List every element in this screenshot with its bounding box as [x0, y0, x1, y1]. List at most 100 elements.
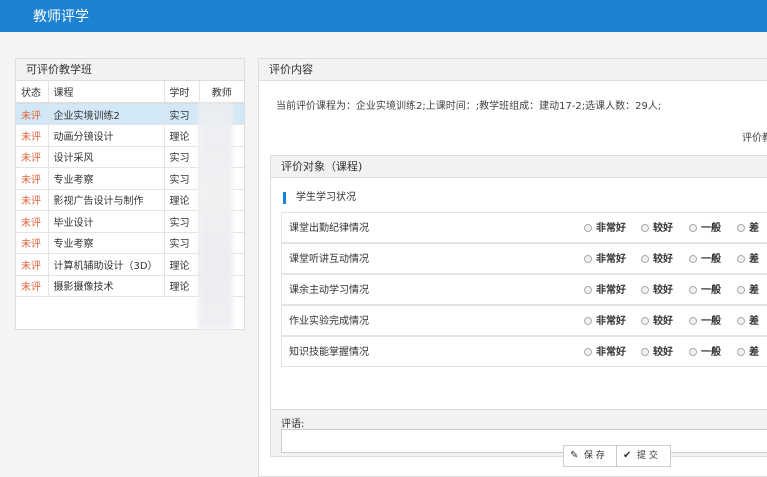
rating-option[interactable]: 差: [737, 286, 759, 296]
criterion-label: 课余主动学习情况: [289, 285, 369, 296]
rating-option-label: 一般: [701, 347, 721, 358]
row-hours: 实习: [164, 167, 200, 190]
radio-button[interactable]: [737, 255, 745, 263]
col-hours[interactable]: 学时: [164, 81, 200, 104]
radio-button[interactable]: [641, 255, 649, 263]
radio-button[interactable]: [737, 348, 745, 356]
page-body: 可评价教学班 状态 课程 学时 教师 未评 企业实境训练2 实习 未评 动画分镜设计 理论…: [0, 32, 767, 477]
row-hours: 理论: [164, 253, 200, 276]
radio-button[interactable]: [737, 224, 745, 232]
evaluation-object: 评价对象（课程) 学生学习状况 课堂出勤纪律情况 非常好 较好 一般差课堂听讲互动情况…: [270, 155, 767, 427]
row-status: 未评: [16, 124, 49, 147]
rating-option[interactable]: 较好: [641, 348, 673, 358]
radio-button[interactable]: [584, 255, 592, 263]
col-teacher[interactable]: 教师: [199, 81, 244, 104]
radio-button[interactable]: [584, 286, 592, 294]
save-button[interactable]: ✎ 保 存: [563, 445, 617, 467]
criterion-label: 作业实验完成情况: [289, 316, 369, 327]
row-hours: 实习: [164, 103, 200, 125]
rating-option-label: 非常好: [596, 223, 626, 234]
radio-button[interactable]: [641, 317, 649, 325]
rating-option[interactable]: 一般: [689, 224, 721, 234]
radio-button[interactable]: [584, 317, 592, 325]
teacher-column-blur: [198, 102, 233, 330]
radio-button[interactable]: [737, 317, 745, 325]
save-icon: ✎: [570, 450, 579, 461]
rating-option-label: 一般: [701, 254, 721, 265]
class-list-title: 可评价教学班: [16, 59, 244, 81]
row-course: 动画分镜设计: [48, 124, 165, 147]
table-header-row: 状态 课程 学时 教师: [16, 81, 244, 104]
rating-option-label: 非常好: [596, 254, 626, 265]
row-status: 未评: [16, 189, 49, 211]
row-course: 影视广告设计与制作: [48, 189, 165, 211]
rating-option[interactable]: 非常好: [584, 317, 626, 327]
criterion-label: 知识技能掌握情况: [289, 347, 369, 358]
rating-option[interactable]: 一般: [689, 286, 721, 296]
rating-option[interactable]: 较好: [641, 224, 673, 234]
radio-button[interactable]: [641, 348, 649, 356]
rating-option[interactable]: 较好: [641, 317, 673, 327]
submit-label: 提 交: [637, 451, 658, 461]
course-info: 当前评价课程为：企业实境训练2;上课时间：;教学班组成：建动17-2;选课人数：…: [276, 101, 662, 112]
radio-button[interactable]: [737, 286, 745, 294]
rating-option[interactable]: 一般: [689, 348, 721, 358]
rating-option-label: 一般: [701, 285, 721, 296]
rating-option-label: 非常好: [596, 285, 626, 296]
row-hours: 理论: [164, 275, 200, 297]
row-course: 企业实境训练2: [48, 103, 165, 125]
criterion-row: 课余主动学习情况 非常好 较好 一般 差: [281, 274, 767, 305]
evaluation-object-title: 评价对象（课程): [271, 156, 767, 178]
row-course: 摄影摄像技术: [48, 275, 165, 297]
rating-option-label: 差: [749, 223, 759, 234]
row-status: 未评: [16, 253, 49, 276]
radio-button[interactable]: [689, 348, 697, 356]
rating-option-label: 一般: [701, 223, 721, 234]
rating-option-label: 较好: [653, 285, 673, 296]
criterion-label: 课堂听讲互动情况: [289, 254, 369, 265]
info-right-text: 评价教: [742, 133, 767, 144]
radio-button[interactable]: [584, 348, 592, 356]
rating-option-label: 差: [749, 347, 759, 358]
row-status: 未评: [16, 167, 49, 190]
rating-option-label: 差: [749, 254, 759, 265]
criterion-label: 课堂出勤纪律情况: [289, 223, 369, 234]
col-course[interactable]: 课程: [48, 81, 165, 104]
rating-option-label: 较好: [653, 316, 673, 327]
rating-option[interactable]: 差: [737, 224, 759, 234]
remark-input[interactable]: [281, 429, 767, 453]
rating-option[interactable]: 差: [737, 317, 759, 327]
rating-option[interactable]: 非常好: [584, 224, 626, 234]
evaluation-title: 评价内容: [259, 59, 767, 81]
row-status: 未评: [16, 103, 49, 125]
rating-option[interactable]: 差: [737, 348, 759, 358]
rating-option[interactable]: 一般: [689, 317, 721, 327]
radio-button[interactable]: [584, 224, 592, 232]
radio-button[interactable]: [689, 317, 697, 325]
app-header: 教师评学: [0, 0, 767, 32]
rating-option-label: 较好: [653, 223, 673, 234]
rating-option[interactable]: 非常好: [584, 348, 626, 358]
remark-area: 评语:: [270, 409, 767, 457]
rating-option[interactable]: 较好: [641, 255, 673, 265]
row-course: 计算机辅助设计（3D）: [48, 253, 165, 276]
criterion-row: 知识技能掌握情况 非常好 较好 一般 差: [281, 336, 767, 367]
radio-button[interactable]: [641, 286, 649, 294]
radio-button[interactable]: [689, 224, 697, 232]
row-course: 专业考察: [48, 232, 165, 254]
rating-option[interactable]: 较好: [641, 286, 673, 296]
row-status: 未评: [16, 275, 49, 297]
submit-button[interactable]: ✔ 提 交: [616, 445, 671, 467]
radio-button[interactable]: [689, 286, 697, 294]
rating-option[interactable]: 一般: [689, 255, 721, 265]
rating-option[interactable]: 非常好: [584, 255, 626, 265]
col-status[interactable]: 状态: [16, 81, 49, 104]
row-hours: 实习: [164, 232, 200, 254]
radio-button[interactable]: [689, 255, 697, 263]
rating-option[interactable]: 非常好: [584, 286, 626, 296]
app-title: 教师评学: [33, 9, 89, 25]
rating-option[interactable]: 差: [737, 255, 759, 265]
save-label: 保 存: [584, 451, 605, 461]
radio-button[interactable]: [641, 224, 649, 232]
rating-option-label: 较好: [653, 347, 673, 358]
